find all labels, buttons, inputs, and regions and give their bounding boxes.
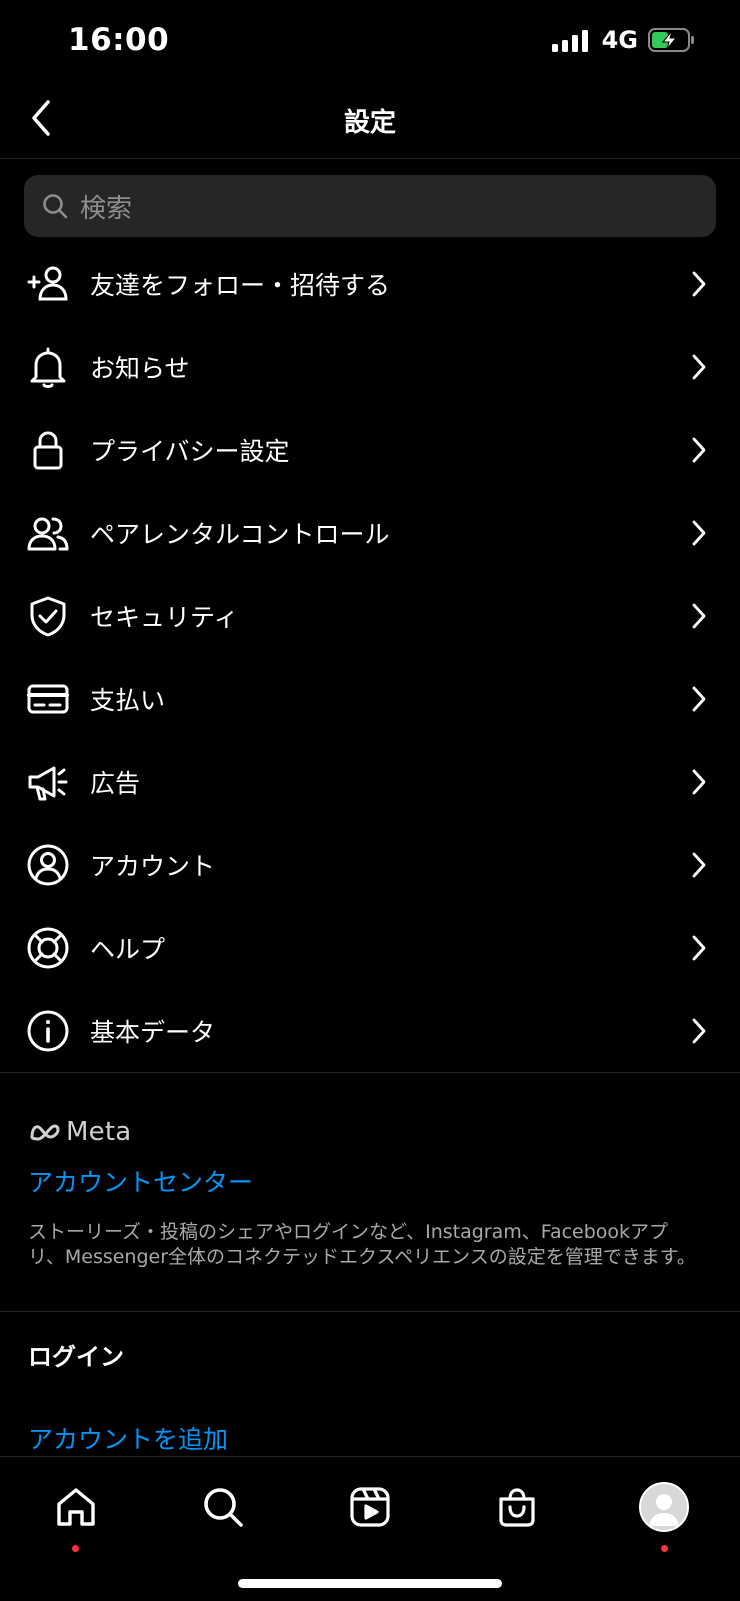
lock-icon	[26, 428, 70, 472]
menu-item-privacy[interactable]: プライバシー設定	[0, 408, 740, 491]
status-bar: 16:00 4G	[0, 0, 740, 84]
tab-profile[interactable]	[634, 1477, 694, 1537]
account-circle-icon	[26, 843, 70, 887]
chevron-right-icon	[692, 354, 706, 379]
menu-item-about[interactable]: 基本データ	[0, 989, 740, 1072]
menu-item-notifications[interactable]: お知らせ	[0, 325, 740, 408]
megaphone-icon	[26, 760, 70, 804]
menu-item-parental-control[interactable]: ペアレンタルコントロール	[0, 491, 740, 574]
chevron-right-icon	[692, 603, 706, 628]
search-icon	[43, 194, 68, 219]
profile-avatar	[639, 1482, 689, 1532]
menu-item-help[interactable]: ヘルプ	[0, 906, 740, 989]
info-icon	[26, 1009, 70, 1053]
tab-reels[interactable]	[340, 1477, 400, 1537]
meta-infinity-icon	[30, 1124, 60, 1141]
login-section-header: ログイン	[28, 1343, 124, 1371]
shield-check-icon	[26, 594, 70, 638]
account-center-description: ストーリーズ・投稿のシェアやログインなど、Instagram、Facebookア…	[28, 1221, 696, 1268]
menu-label: ヘルプ	[90, 934, 166, 964]
settings-menu: 友達をフォロー・招待する お知らせ プライバシー設定 ペアレンタルコントロール …	[0, 242, 740, 1072]
menu-label: 友達をフォロー・招待する	[90, 270, 391, 300]
menu-label: 広告	[90, 768, 141, 798]
card-icon	[26, 677, 70, 721]
shop-icon	[499, 1488, 535, 1527]
tab-search[interactable]	[193, 1477, 253, 1537]
menu-label: セキュリティ	[90, 602, 239, 632]
menu-item-account[interactable]: アカウント	[0, 823, 740, 906]
tab-home[interactable]	[46, 1477, 106, 1537]
meta-wordmark: Meta	[66, 1117, 132, 1147]
section-divider	[0, 1072, 740, 1073]
chevron-right-icon	[692, 935, 706, 960]
lifebuoy-icon	[26, 926, 70, 970]
status-indicators: 4G	[551, 26, 694, 54]
chevron-right-icon	[692, 437, 706, 462]
menu-item-payments[interactable]: 支払い	[0, 657, 740, 740]
network-type: 4G	[601, 26, 638, 54]
menu-label: アカウント	[90, 851, 216, 881]
chevron-right-icon	[692, 520, 706, 545]
tab-shop[interactable]	[487, 1477, 547, 1537]
navigation-header: 設定	[0, 84, 740, 159]
add-person-icon	[26, 262, 70, 306]
search-icon	[204, 1488, 243, 1527]
bell-icon	[26, 345, 70, 389]
menu-label: 支払い	[90, 685, 166, 715]
chevron-right-icon	[692, 769, 706, 794]
section-divider	[0, 1311, 740, 1312]
battery-icon	[648, 28, 694, 52]
menu-label: 基本データ	[90, 1017, 216, 1047]
add-account-link[interactable]: アカウントを追加	[28, 1420, 228, 1456]
menu-label: ペアレンタルコントロール	[90, 519, 390, 549]
search-input[interactable]: 検索	[24, 175, 716, 237]
chevron-right-icon	[692, 1018, 706, 1043]
reels-icon	[350, 1487, 390, 1527]
chevron-right-icon	[692, 852, 706, 877]
menu-label: お知らせ	[90, 353, 190, 383]
menu-item-follow-invite[interactable]: 友達をフォロー・招待する	[0, 242, 740, 325]
chevron-right-icon	[692, 686, 706, 711]
signal-icon	[551, 28, 588, 52]
meta-logo: Meta	[28, 1117, 131, 1147]
home-notification-dot	[72, 1545, 79, 1552]
people-icon	[26, 511, 70, 555]
menu-item-ads[interactable]: 広告	[0, 740, 740, 823]
menu-label: プライバシー設定	[90, 436, 290, 466]
page-title: 設定	[343, 108, 396, 138]
chevron-right-icon	[692, 271, 706, 296]
profile-notification-dot	[661, 1545, 668, 1552]
status-time: 16:00	[68, 22, 170, 58]
home-indicator	[238, 1579, 502, 1588]
search-placeholder: 検索	[80, 193, 133, 224]
home-icon	[57, 1488, 95, 1526]
menu-item-security[interactable]: セキュリティ	[0, 574, 740, 657]
account-center-link[interactable]: アカウントセンター	[28, 1163, 253, 1199]
